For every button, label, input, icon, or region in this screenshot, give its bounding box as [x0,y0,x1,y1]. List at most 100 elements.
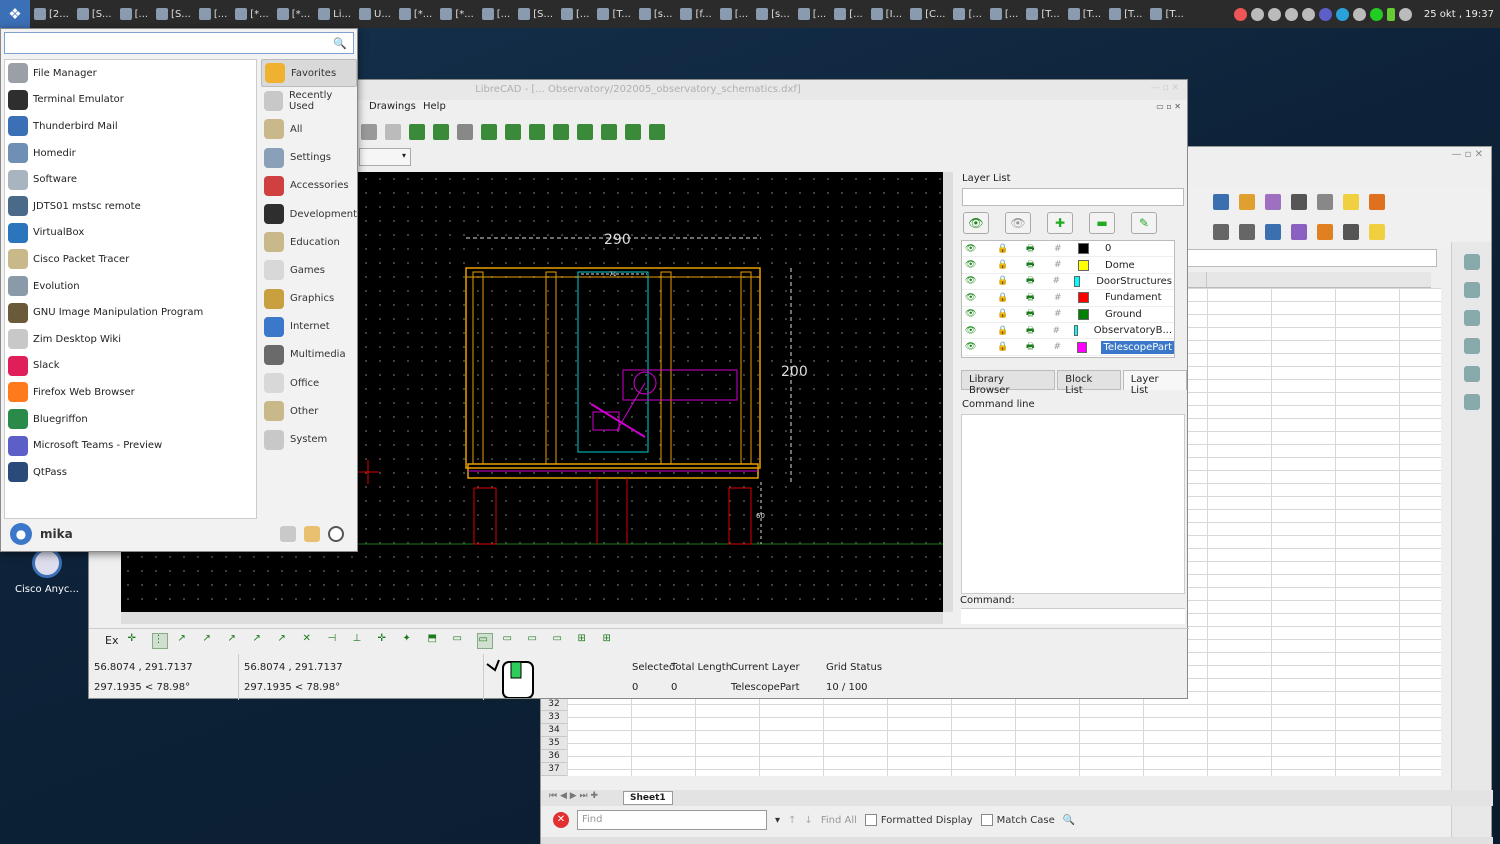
app-item[interactable]: Bluegriffon [5,406,256,433]
snap-center-icon[interactable]: ↗ [227,633,243,649]
tab-library-browser[interactable]: Library Browser [961,370,1056,396]
taskbar-item[interactable]: [T... [1022,0,1063,28]
match-case-option[interactable]: Match Case [980,814,1055,826]
tab-layer-list[interactable]: Layer List [1122,370,1187,396]
border-style-icon[interactable] [1343,224,1359,240]
snap-middle-icon[interactable]: ↗ [252,633,268,649]
command-input[interactable] [961,608,1185,624]
row-header-cell[interactable]: 33 [541,711,567,724]
menu-search-input[interactable]: 🔍 [4,32,354,54]
add-layer-button[interactable]: ✚ [1047,212,1073,234]
restrict-horizontal-icon[interactable]: ⊣ [327,633,343,649]
formatted-display-option[interactable]: Formatted Display [864,814,973,826]
lock-icon[interactable]: 🔒 [997,342,1008,352]
row-header-cell[interactable]: 36 [541,750,567,763]
whatsapp-icon[interactable] [1369,7,1383,21]
taskbar-item[interactable]: [T... [1064,0,1105,28]
snap-grid-icon[interactable]: ⋮ [152,632,169,649]
category-settings[interactable]: Settings [261,144,357,172]
decimal-remove-icon[interactable] [1239,224,1255,240]
visible-icon[interactable]: 👁 [965,326,976,336]
layer-row[interactable]: 👁 🔒 🖶 # ObservatoryB... [962,323,1174,340]
clock[interactable]: 25 okt , 19:37 [1424,9,1494,20]
indent-increase-icon[interactable] [1265,224,1281,240]
lock-icon[interactable]: 🔒 [997,276,1008,286]
pen-tool-icon[interactable]: ▭ [452,633,468,649]
taskbar-item[interactable]: [f... [676,0,715,28]
find-next-icon[interactable]: ↓ [804,815,812,826]
formatted-display-checkbox[interactable] [864,814,877,826]
category-system[interactable]: System [261,425,357,453]
navigator-icon[interactable] [1463,366,1480,382]
teams-tray-icon[interactable] [1318,7,1332,21]
app-item[interactable]: Slack [5,353,256,380]
indent-decrease-icon[interactable] [1291,224,1307,240]
category-multimedia[interactable]: Multimedia [261,341,357,369]
whisker-menu-button[interactable]: ❖ [0,0,30,28]
category-favorites[interactable]: Favorites [261,59,357,88]
mdi-controls[interactable]: ▭ ▫ ✕ [1156,100,1181,114]
window-controls[interactable]: — ▫ ✕ [1151,83,1179,93]
find-all-button[interactable]: Find All [821,815,857,826]
snap-free-icon[interactable]: ✛ [127,633,143,649]
add-block-snap-icon[interactable]: ⊞ [577,633,593,649]
layer-filter-input[interactable] [962,188,1184,206]
visible-icon[interactable]: 👁 [965,309,976,319]
construction-icon[interactable]: # [1053,276,1061,286]
taskbar-item[interactable]: [T... [1146,0,1187,28]
telegram-icon[interactable] [1335,7,1349,21]
app-item[interactable]: Evolution [5,273,256,300]
row-header-cell[interactable]: 34 [541,724,567,737]
construction-icon[interactable]: # [1053,326,1061,336]
taskbar-item[interactable]: [... [478,0,514,28]
app-item[interactable]: Firefox Web Browser [5,379,256,406]
zoom-auto-icon[interactable] [577,124,593,140]
zoom-pan-icon[interactable] [649,124,665,140]
find-input[interactable]: Find [577,810,767,830]
alarm-icon[interactable] [1233,7,1247,21]
zoom-previous-icon[interactable] [601,124,617,140]
visible-icon[interactable]: 👁 [965,342,976,352]
snap-distance-icon[interactable]: ↗ [277,633,293,649]
layer-row[interactable]: 👁 🔒 🖶 # DoorStructures [962,274,1174,291]
taskbar-item[interactable]: U... [355,0,395,28]
category-development[interactable]: Development [261,200,357,228]
visible-icon[interactable]: 👁 [965,293,976,303]
print-icon[interactable]: 🖶 [1026,323,1035,339]
construction-icon[interactable]: # [1054,309,1064,319]
hide-all-layers-button[interactable]: 👁 [1005,212,1031,234]
find-previous-icon[interactable]: ↑ [788,815,796,826]
construction-icon[interactable]: # [1054,293,1064,303]
print-icon[interactable]: 🖶 [1026,257,1036,273]
category-accessories[interactable]: Accessories [261,172,357,200]
app-item[interactable]: Homedir [5,140,256,167]
construction-icon[interactable]: # [1053,342,1062,352]
menu-drawings[interactable]: Drawings [369,100,416,114]
battery-icon[interactable] [1386,7,1395,21]
borders-icon[interactable] [1317,224,1333,240]
print-icon[interactable]: 🖶 [1026,339,1035,355]
print-icon[interactable]: 🖶 [1026,290,1036,306]
taskbar-item[interactable]: [*... [231,0,272,28]
app-item[interactable]: VirtualBox [5,220,256,247]
lock-icon[interactable]: 🔒 [997,309,1008,319]
category-recently-used[interactable]: Recently Used [261,87,357,115]
insert-block-icon[interactable]: ⊞ [602,633,618,649]
tab-block-list[interactable]: Block List [1057,370,1121,396]
layer-row[interactable]: 👁 🔒 🖶 # Fundament [962,290,1174,307]
gallery-icon[interactable] [1463,338,1480,354]
taskbar-item[interactable]: [I... [867,0,906,28]
taskbar-item[interactable]: [C... [906,0,949,28]
comment-icon[interactable] [1343,194,1359,210]
avatar[interactable]: ● [10,523,32,545]
slack-tray-icon[interactable] [1352,7,1366,21]
taskbar-item[interactable]: [*... [273,0,314,28]
lock-icon[interactable]: 🔒 [997,244,1008,254]
category-internet[interactable]: Internet [261,313,357,341]
canvas-vertical-scrollbar[interactable] [943,172,953,612]
functions-icon[interactable] [1463,394,1480,410]
layer-toggle-icon[interactable] [409,124,425,140]
image-icon[interactable] [1213,194,1229,210]
taskbar-item[interactable]: [T... [593,0,634,28]
relative-zero-icon[interactable]: ✦ [402,633,418,649]
